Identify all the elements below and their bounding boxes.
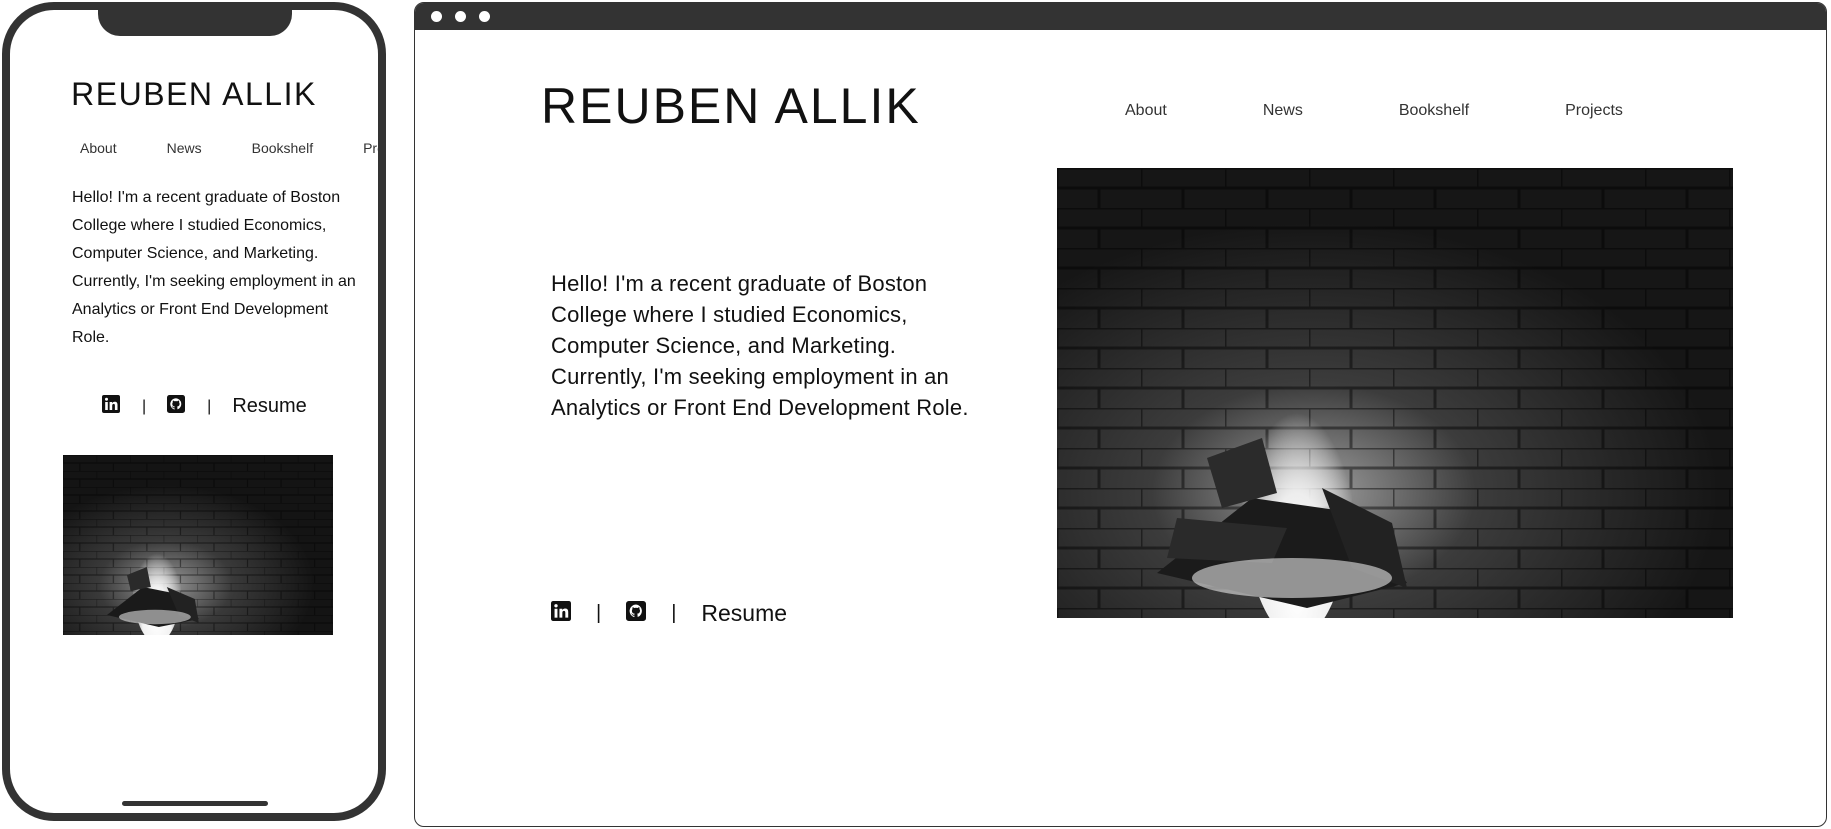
- resume-link[interactable]: Resume: [232, 395, 306, 418]
- nav-projects[interactable]: Projects: [1565, 102, 1623, 120]
- github-icon[interactable]: [626, 601, 647, 626]
- bio-text: Hello! I'm a recent graduate of Boston C…: [551, 271, 969, 420]
- nav-bookshelf[interactable]: Bookshelf: [252, 140, 313, 156]
- nav-about[interactable]: About: [1125, 102, 1167, 120]
- social-links: | | Resume: [102, 395, 307, 418]
- mobile-mockup: REUBEN ALLIK About News Bookshelf Projec…: [2, 2, 386, 821]
- phone-notch: [98, 10, 292, 36]
- linkedin-icon[interactable]: [551, 601, 571, 626]
- nav-news[interactable]: News: [167, 140, 202, 156]
- fireplace-photo: [1057, 168, 1733, 618]
- linkedin-icon[interactable]: [102, 395, 120, 418]
- separator: |: [207, 397, 212, 415]
- nav-projects[interactable]: Projects: [363, 140, 378, 156]
- site-title[interactable]: REUBEN ALLIK: [541, 77, 921, 135]
- nav-about[interactable]: About: [80, 140, 117, 156]
- desktop-nav: About News Bookshelf Projects: [1125, 102, 1623, 120]
- separator: |: [671, 602, 677, 624]
- social-links: | | Resume: [551, 600, 787, 627]
- fireplace-photo: [63, 455, 333, 635]
- browser-title-bar: [415, 3, 1826, 30]
- mobile-nav: About News Bookshelf Projects: [80, 140, 378, 156]
- separator: |: [142, 397, 147, 415]
- window-close-dot[interactable]: [431, 11, 442, 22]
- bio-text: Hello! I'm a recent graduate of Boston C…: [72, 189, 356, 346]
- separator: |: [596, 602, 602, 624]
- home-indicator: [122, 801, 268, 806]
- window-maximize-dot[interactable]: [479, 11, 490, 22]
- window-minimize-dot[interactable]: [455, 11, 466, 22]
- nav-news[interactable]: News: [1263, 102, 1303, 120]
- site-title[interactable]: REUBEN ALLIK: [10, 76, 378, 113]
- github-icon[interactable]: [167, 395, 186, 418]
- nav-bookshelf[interactable]: Bookshelf: [1399, 102, 1469, 120]
- desktop-mockup: REUBEN ALLIK About News Bookshelf Projec…: [414, 2, 1827, 827]
- resume-link[interactable]: Resume: [701, 600, 787, 627]
